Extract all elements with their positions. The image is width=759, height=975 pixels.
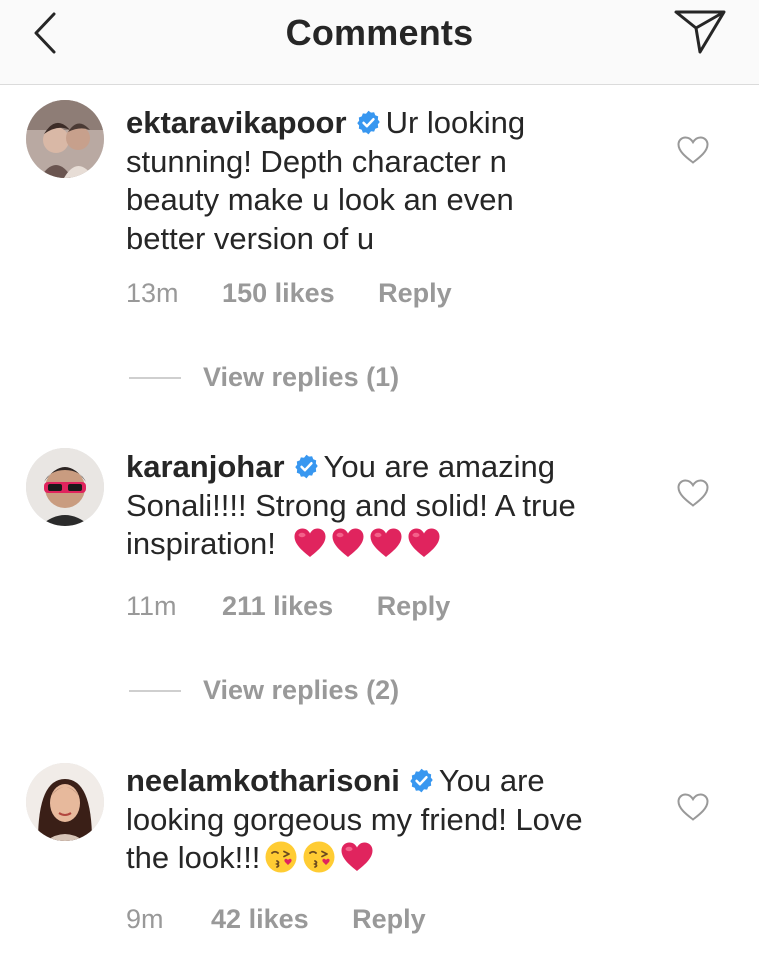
red-heart-emoji-icon (369, 526, 403, 560)
kissing-face-emoji-icon (302, 840, 336, 874)
view-replies[interactable]: View replies (2) (129, 675, 399, 711)
comment-body: neelamkotharisoni You are looking gorgeou… (126, 762, 596, 878)
red-heart-emoji-icon (331, 526, 365, 560)
username[interactable]: neelamkotharisoni (126, 763, 400, 798)
view-replies[interactable]: View replies (1) (129, 362, 399, 398)
kissing-face-emoji-icon (264, 840, 298, 874)
like-button[interactable] (676, 478, 710, 508)
comment-body: karanjohar You are amazing Sonali!!!! Str… (126, 448, 596, 564)
share-button[interactable] (672, 6, 728, 58)
avatar[interactable] (26, 448, 104, 526)
comment-meta: 9m 42 likes Reply (126, 904, 426, 935)
red-heart-emoji-icon (293, 526, 327, 560)
replies-divider (129, 689, 181, 692)
comment-body: ektaravikapoor Ur looking stunning! Depth… (126, 104, 596, 258)
verified-badge-icon (355, 109, 382, 136)
header-bar: Comments (0, 0, 759, 85)
heart-outline-icon (676, 135, 710, 165)
red-heart-emoji-icon (407, 526, 441, 560)
heart-outline-icon (676, 478, 710, 508)
page-title: Comments (285, 12, 474, 53)
reply-button[interactable]: Reply (352, 904, 426, 935)
heart-outline-icon (676, 792, 710, 822)
likes-count[interactable]: 211 likes (222, 591, 333, 622)
replies-divider (129, 376, 181, 379)
avatar[interactable] (26, 100, 104, 178)
view-replies-label[interactable]: View replies (1) (203, 362, 399, 393)
verified-badge-icon (408, 767, 435, 794)
comment-time: 11m (126, 591, 177, 621)
avatar[interactable] (26, 763, 104, 841)
comment-meta: 11m 211 likes Reply (126, 591, 450, 622)
reply-button[interactable]: Reply (378, 278, 452, 309)
username[interactable]: karanjohar (126, 449, 285, 484)
like-button[interactable] (676, 135, 710, 165)
reply-button[interactable]: Reply (377, 591, 451, 622)
comment-time: 9m (126, 904, 164, 934)
verified-badge-icon (293, 453, 320, 480)
comment-meta: 13m 150 likes Reply (126, 278, 452, 309)
view-replies-label[interactable]: View replies (2) (203, 675, 399, 706)
red-heart-emoji-icon (340, 840, 374, 874)
paper-plane-icon (674, 10, 726, 54)
likes-count[interactable]: 42 likes (211, 904, 309, 935)
username[interactable]: ektaravikapoor (126, 105, 347, 140)
comment-time: 13m (126, 278, 179, 308)
likes-count[interactable]: 150 likes (222, 278, 335, 309)
like-button[interactable] (676, 792, 710, 822)
